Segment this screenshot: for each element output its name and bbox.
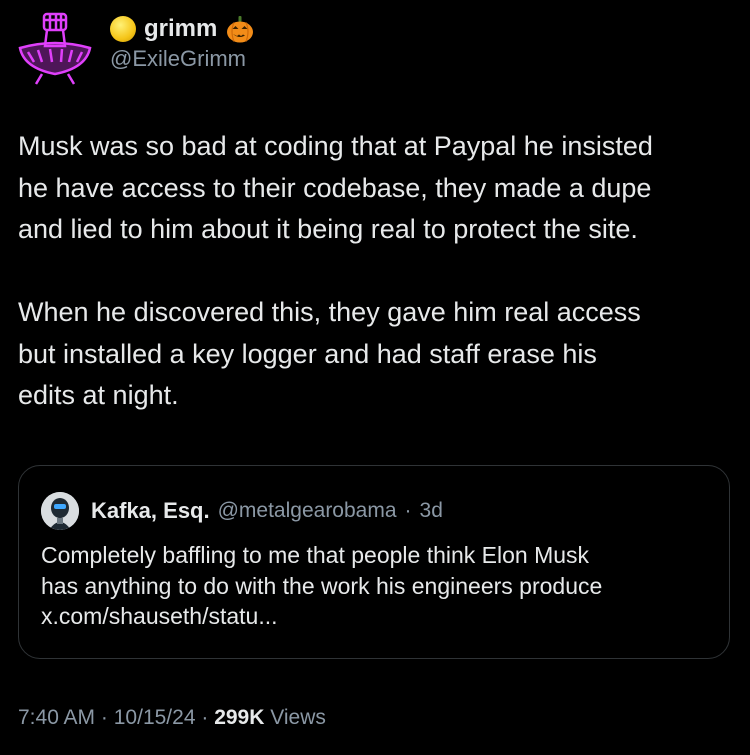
author-names: grimm @ExileGrimm — [110, 14, 255, 72]
quoted-age[interactable]: 3d — [420, 499, 443, 523]
quoted-tweet-card[interactable]: Kafka, Esq. @metalgearobama · 3d Complet… — [18, 465, 730, 659]
jack-o-lantern-icon — [227, 16, 254, 43]
fist-logo-icon — [18, 12, 92, 85]
author-handle[interactable]: @ExileGrimm — [110, 46, 255, 72]
author-display-name[interactable]: grimm — [144, 15, 217, 43]
tweet-header: grimm @ExileGrimm — [14, 8, 255, 90]
views-label: Views — [270, 706, 326, 729]
tweet-date[interactable]: 10/15/24 — [114, 706, 196, 729]
author-avatar[interactable] — [14, 8, 96, 90]
yellow-circle-icon — [110, 16, 136, 42]
meta-separator-2: · — [201, 706, 209, 729]
views-count: 299K — [214, 706, 265, 729]
tweet-meta: 7:40 AM · 10/15/24 · 299K Views — [18, 706, 326, 730]
quoted-tweet-header: Kafka, Esq. @metalgearobama · 3d — [41, 492, 443, 530]
tweet-time[interactable]: 7:40 AM — [18, 706, 95, 729]
quoted-separator: · — [404, 499, 412, 522]
name-row[interactable]: grimm — [110, 14, 255, 44]
quoted-tweet-text: Completely baffling to me that people th… — [41, 542, 603, 629]
quoted-author-avatar[interactable] — [41, 492, 79, 530]
tweet-text: Musk was so bad at coding that at Paypal… — [18, 131, 653, 410]
quoted-handle[interactable]: @metalgearobama — [218, 499, 397, 523]
robot-avatar-icon — [41, 492, 79, 530]
meta-separator-1: · — [100, 706, 108, 729]
quoted-display-name[interactable]: Kafka, Esq. — [91, 498, 210, 524]
